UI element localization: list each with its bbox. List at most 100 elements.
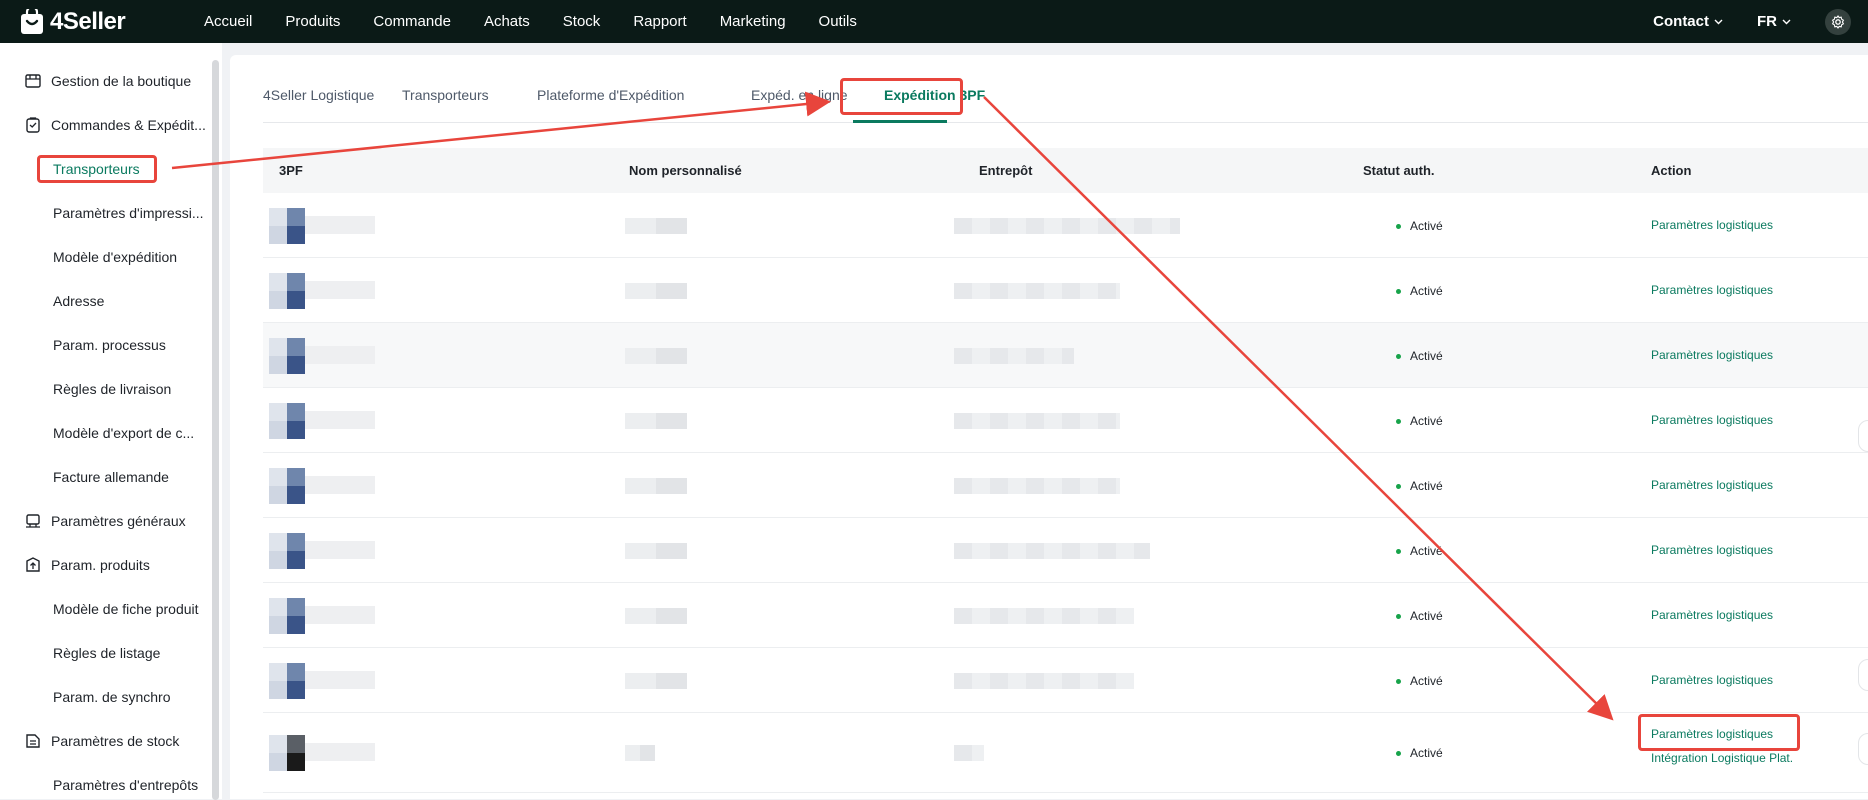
edge-handle[interactable] (1858, 420, 1868, 452)
logistics-settings-link[interactable]: Paramètres logistiques (1651, 283, 1773, 297)
status-text: Activé (1410, 746, 1443, 760)
carrier-logo-blurred (305, 476, 375, 494)
carrier-logo-blurred (305, 606, 375, 624)
nav-commande[interactable]: Commande (373, 13, 451, 30)
edge-handle[interactable] (1858, 733, 1868, 765)
tab-4seller-logistique[interactable]: 4Seller Logistique (263, 87, 374, 103)
logistics-settings-link[interactable]: Paramètres logistiques (1651, 673, 1773, 687)
sidebar-item-label: Modèle d'expédition (53, 249, 178, 265)
sidebar-item-transporteurs[interactable]: Transporteurs (0, 154, 210, 184)
nav-stock[interactable]: Stock (563, 13, 601, 30)
sidebar-item-processus[interactable]: Param. processus (0, 330, 210, 360)
auth-status: Activé (1396, 284, 1443, 298)
top-navigation-bar: 4Seller Accueil Produits Commande Achats… (0, 0, 1868, 43)
auth-status: Activé (1396, 414, 1443, 428)
sidebar-item-impression[interactable]: Paramètres d'impressi... (0, 198, 210, 228)
status-dot-icon (1396, 418, 1401, 424)
carrier-logo-blurred (269, 551, 287, 569)
gear-icon (1831, 14, 1845, 29)
logistics-settings-link[interactable]: Paramètres logistiques (1651, 348, 1773, 362)
language-dropdown[interactable]: FR (1757, 13, 1791, 30)
auth-status: Activé (1396, 349, 1443, 363)
sidebar-group-commandes[interactable]: Commandes & Expédit... (0, 110, 210, 140)
sidebar-item-label: Adresse (53, 293, 105, 309)
sidebar-item-regles-livraison[interactable]: Règles de livraison (0, 374, 210, 404)
sidebar-group-label: Paramètres généraux (51, 513, 186, 529)
platform-integration-link[interactable]: Intégration Logistique Plat. (1651, 751, 1793, 765)
sidebar-group-produits[interactable]: Param. produits (0, 550, 210, 580)
tab-expedition-3pf[interactable]: Expédition 3PF (884, 87, 985, 103)
carrier-logo-blurred (269, 338, 287, 356)
logistics-settings-link[interactable]: Paramètres logistiques (1651, 218, 1773, 232)
sidebar-group-generaux[interactable]: Paramètres généraux (0, 506, 210, 536)
carrier-logo-blurred (269, 468, 287, 486)
nav-produits[interactable]: Produits (285, 13, 340, 30)
sidebar-item-adresse[interactable]: Adresse (0, 286, 210, 316)
sidebar-item-synchro[interactable]: Param. de synchro (0, 682, 210, 712)
settings-button[interactable] (1825, 8, 1851, 35)
nav-marketing[interactable]: Marketing (720, 13, 786, 30)
logistics-settings-link[interactable]: Paramètres logistiques (1651, 727, 1773, 741)
status-text: Activé (1410, 349, 1443, 363)
warehouse-blurred (954, 543, 1150, 559)
sidebar-item-label: Facture allemande (53, 469, 169, 485)
nav-accueil[interactable]: Accueil (204, 13, 252, 30)
carrier-logo-blurred (287, 273, 305, 291)
sidebar-item-modele-export[interactable]: Modèle d'export de c... (0, 418, 210, 448)
sidebar-item-entrepots[interactable]: Paramètres d'entrepôts (0, 770, 210, 800)
carrier-logo-blurred (269, 663, 287, 681)
table-row: Activé Paramètres logistiques (263, 258, 1868, 323)
nav-outils[interactable]: Outils (819, 13, 857, 30)
tab-transporteurs[interactable]: Transporteurs (402, 87, 489, 103)
sidebar-item-modele-expedition[interactable]: Modèle d'expédition (0, 242, 210, 272)
logistics-settings-link[interactable]: Paramètres logistiques (1651, 608, 1773, 622)
column-header-nom: Nom personnalisé (629, 163, 742, 178)
sidebar-group-stock[interactable]: Paramètres de stock (0, 726, 210, 756)
tab-exped-en-ligne[interactable]: Expéd. en ligne (751, 87, 848, 103)
table-row: Activé Paramètres logistiques (263, 388, 1868, 453)
logistics-settings-link[interactable]: Paramètres logistiques (1651, 543, 1773, 557)
main-content: 4Seller Logistique Transporteurs Platefo… (230, 55, 1868, 799)
carrier-logo-blurred (287, 208, 305, 226)
tab-plateforme-expedition[interactable]: Plateforme d'Expédition (537, 87, 684, 103)
edge-handle[interactable] (1858, 659, 1868, 691)
column-header-entrepot: Entrepôt (979, 163, 1033, 178)
sidebar-item-facture-allemande[interactable]: Facture allemande (0, 462, 210, 492)
status-dot-icon (1396, 548, 1401, 554)
nav-achats[interactable]: Achats (484, 13, 530, 30)
carrier-logo-blurred (269, 486, 287, 504)
status-dot-icon (1396, 678, 1401, 684)
table-row: Activé Paramètres logistiques (263, 583, 1868, 648)
sidebar-item-label: Modèle d'export de c... (53, 425, 195, 441)
carrier-logo-blurred (287, 421, 305, 439)
custom-name-blurred (625, 218, 687, 234)
logistics-settings-link[interactable]: Paramètres logistiques (1651, 478, 1773, 492)
sidebar-group-boutique[interactable]: Gestion de la boutique (0, 66, 210, 96)
carrier-logo-blurred (269, 356, 287, 374)
language-label: FR (1757, 13, 1777, 30)
status-text: Activé (1410, 284, 1443, 298)
warehouse-blurred (954, 413, 1120, 429)
carrier-logo-blurred (305, 411, 375, 429)
logistics-settings-link[interactable]: Paramètres logistiques (1651, 413, 1773, 427)
column-header-statut: Statut auth. (1363, 163, 1435, 178)
table-row: Activé Paramètres logistiques (263, 453, 1868, 518)
carrier-logo-blurred (269, 533, 287, 551)
table-row: Activé Paramètres logistiques (263, 648, 1868, 713)
sidebar-scrollbar[interactable] (212, 60, 219, 800)
nav-rapport[interactable]: Rapport (633, 13, 686, 30)
contact-label: Contact (1653, 13, 1709, 30)
sidebar-item-fiche-produit[interactable]: Modèle de fiche produit (0, 594, 210, 624)
warehouse-blurred (954, 283, 1120, 299)
custom-name-blurred (625, 478, 687, 494)
sidebar-item-regles-listage[interactable]: Règles de listage (0, 638, 210, 668)
app-logo[interactable]: 4Seller (19, 5, 169, 36)
carrier-logo-blurred (269, 735, 287, 753)
chevron-down-icon (1714, 19, 1723, 24)
carrier-logo-blurred (287, 735, 305, 753)
contact-dropdown[interactable]: Contact (1653, 13, 1723, 30)
warehouse-blurred (954, 673, 1134, 689)
status-dot-icon (1396, 483, 1401, 489)
status-text: Activé (1410, 479, 1443, 493)
clipboard-icon (26, 117, 40, 133)
